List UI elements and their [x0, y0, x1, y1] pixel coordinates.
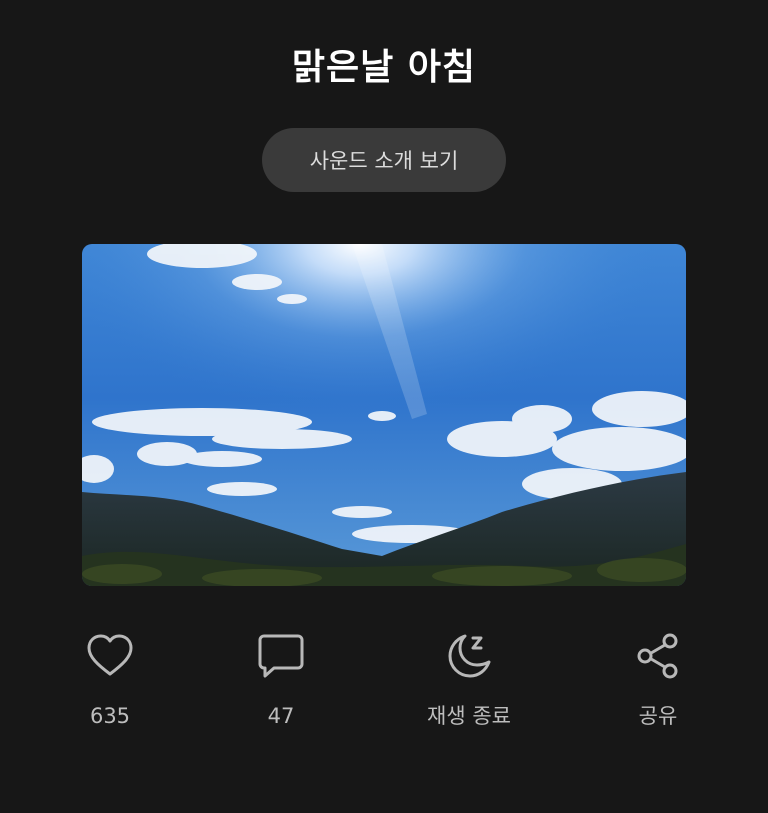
comment-icon: [253, 628, 309, 684]
comment-count: 47: [267, 704, 295, 728]
share-label: 공유: [638, 704, 678, 728]
like-count: 635: [89, 704, 131, 728]
share-icon: [630, 628, 686, 684]
comment-button[interactable]: 47: [206, 628, 356, 730]
heart-icon: [82, 628, 138, 684]
sleep-timer-button[interactable]: 재생 종료: [394, 628, 544, 730]
sound-detail-screen: 맑은날 아침 사운드 소개 보기 635 47 재생 종료 공유: [0, 0, 768, 813]
like-button[interactable]: 635: [35, 628, 185, 730]
cover-image: [82, 244, 686, 586]
share-button[interactable]: 공유: [583, 628, 733, 730]
sound-intro-button[interactable]: 사운드 소개 보기: [262, 128, 506, 192]
sleep-moon-icon: [441, 628, 497, 684]
sleep-timer-label: 재생 종료: [427, 704, 511, 728]
action-bar: 635 47 재생 종료 공유: [0, 628, 768, 748]
page-title: 맑은날 아침: [291, 47, 477, 88]
